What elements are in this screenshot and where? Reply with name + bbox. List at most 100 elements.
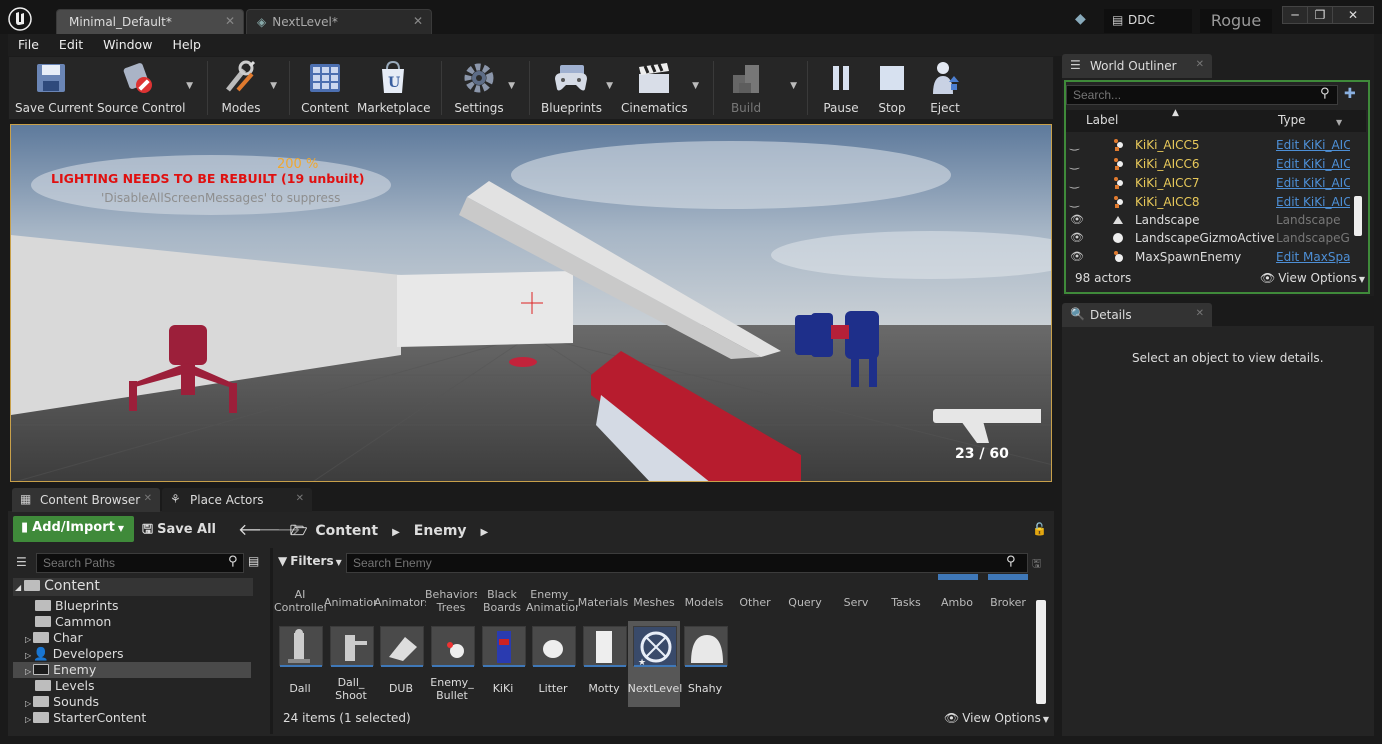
outliner-search-input[interactable] <box>1066 85 1338 105</box>
outliner-row[interactable]: ‿ KiKi_AICC7 Edit KiKi_AICC7 <box>1068 174 1350 193</box>
collapsed-arrow-icon[interactable]: ▷ <box>25 667 31 676</box>
tab-next-level[interactable]: ◈ NextLevel* ✕ <box>246 9 432 34</box>
close-window-button[interactable]: ✕ <box>1332 6 1374 24</box>
menu-window[interactable]: Window <box>93 34 162 52</box>
category-folder[interactable]: Serv <box>830 596 882 609</box>
asset-scrollbar[interactable] <box>1036 600 1046 704</box>
menu-edit[interactable]: Edit <box>49 34 93 52</box>
breadcrumb-content[interactable]: Content <box>315 523 378 539</box>
asset-thumbnail-shahy[interactable] <box>684 626 728 667</box>
collapsed-arrow-icon[interactable]: ▷ <box>25 651 31 660</box>
close-tab-icon[interactable]: ✕ <box>413 14 423 28</box>
outliner-row[interactable]: ‿ KiKi_AICC8 Edit KiKi_AICC8 <box>1068 193 1350 212</box>
source-control-status-icon[interactable]: ◆ <box>1075 11 1093 29</box>
chevron-right-icon[interactable]: ▶ <box>392 527 400 538</box>
sources-toggle-icon[interactable]: ☰ <box>16 555 27 569</box>
close-tab-icon[interactable]: ✕ <box>225 14 235 28</box>
col-label-header[interactable]: Label <box>1086 113 1118 127</box>
folder-levels[interactable]: Levels <box>13 678 253 694</box>
visibility-hidden-icon[interactable]: ‿ <box>1070 138 1079 151</box>
folder-cammon[interactable]: Cammon <box>13 614 253 630</box>
folder-developers[interactable]: ▷ 👤 Developers <box>13 646 253 662</box>
close-tab-icon[interactable]: ✕ <box>1196 59 1204 70</box>
outliner-row-type[interactable]: Edit MaxSpawnEnemy <box>1276 250 1350 264</box>
folder-sounds[interactable]: ▷ Sounds <box>13 694 253 710</box>
chevron-right-icon[interactable]: ▶ <box>481 527 489 538</box>
save-current-button[interactable]: Save Current <box>15 59 93 117</box>
asset-thumbnail-dub[interactable] <box>380 626 424 667</box>
add-actor-icon[interactable]: ✚ <box>1344 86 1356 102</box>
chevron-down-icon[interactable]: ▼ <box>186 81 193 91</box>
filters-button[interactable]: ▼ Filters ▼ <box>278 554 342 574</box>
cinematics-button[interactable]: Cinematics ▼ <box>621 59 699 117</box>
ddc-button[interactable]: ▤ DDC <box>1104 9 1192 33</box>
add-import-button[interactable]: ▮ Add/Import ▼ <box>13 516 134 542</box>
details-tab[interactable]: 🔍 Details ✕ <box>1062 303 1212 327</box>
restore-button[interactable]: ❐ <box>1307 6 1333 24</box>
chevron-down-icon[interactable]: ▼ <box>692 81 699 91</box>
menu-help[interactable]: Help <box>162 34 211 52</box>
modes-button[interactable]: Modes ▼ <box>217 59 277 117</box>
marketplace-button[interactable]: U Marketplace <box>357 59 431 117</box>
world-outliner-tab[interactable]: ☰ World Outliner ✕ <box>1062 54 1212 78</box>
visibility-eye-icon[interactable]: 👁 <box>1070 231 1084 244</box>
save-all-button[interactable]: 🖫 Save All <box>142 520 216 542</box>
asset-thumbnail-dall-shoot[interactable] <box>330 626 374 667</box>
outliner-view-options[interactable]: 👁 View Options ▼ <box>1260 271 1365 285</box>
collapsed-arrow-icon[interactable]: ▷ <box>25 635 31 644</box>
menu-file[interactable]: File <box>8 34 49 52</box>
search-paths-input[interactable] <box>36 553 244 573</box>
visibility-eye-icon[interactable]: 👁 <box>1070 213 1084 226</box>
category-folder[interactable]: Query <box>779 596 831 609</box>
visibility-hidden-icon[interactable]: ‿ <box>1070 157 1079 170</box>
folder-blueprints[interactable]: Blueprints <box>13 598 253 614</box>
category-folder[interactable]: Animators <box>374 596 426 609</box>
eject-button[interactable]: Eject <box>923 59 967 117</box>
visibility-hidden-icon[interactable]: ‿ <box>1070 195 1079 208</box>
outliner-row-type[interactable]: Edit KiKi_AICC7 <box>1276 176 1350 190</box>
content-button[interactable]: Content <box>299 59 351 117</box>
chevron-down-icon[interactable]: ▼ <box>270 81 277 91</box>
category-folder[interactable]: AI Controllers <box>274 588 326 614</box>
settings-button[interactable]: Settings ▼ <box>453 59 515 117</box>
collapsed-arrow-icon[interactable]: ▷ <box>25 715 31 724</box>
outliner-row[interactable]: 👁 Landscape Landscape <box>1068 211 1350 230</box>
close-tab-icon[interactable]: ✕ <box>1196 308 1204 319</box>
chevron-down-icon[interactable]: ▼ <box>606 81 613 91</box>
close-tab-icon[interactable]: ✕ <box>144 493 152 504</box>
stop-button[interactable]: Stop <box>873 59 911 117</box>
minimize-button[interactable]: ─ <box>1282 6 1308 24</box>
collapsed-arrow-icon[interactable]: ▷ <box>25 699 31 708</box>
view-list-icon[interactable]: ▤ <box>248 554 259 568</box>
category-folder[interactable]: Enemy_ Animation <box>526 588 578 614</box>
build-button[interactable]: Build ▼ <box>723 59 797 117</box>
category-folder[interactable]: Black Boards <box>476 588 528 614</box>
outliner-row[interactable]: ‿ KiKi_AICC6 Edit KiKi_AICC6 <box>1068 155 1350 174</box>
visibility-hidden-icon[interactable]: ‿ <box>1070 176 1079 189</box>
breadcrumb-enemy[interactable]: Enemy <box>414 523 467 539</box>
category-folder[interactable]: Broker <box>982 596 1034 609</box>
folder-enemy[interactable]: ▷ Enemy <box>13 662 251 678</box>
source-control-button[interactable]: Source Control ▼ <box>97 59 193 117</box>
level-viewport[interactable]: 200 % LIGHTING NEEDS TO BE REBUILT (19 u… <box>10 124 1052 482</box>
asset-thumbnail-dall[interactable] <box>279 626 323 667</box>
pause-button[interactable]: Pause <box>819 59 863 117</box>
lock-icon[interactable]: 🔓 <box>1032 522 1047 536</box>
outliner-row-type[interactable]: Edit KiKi_AICC5 <box>1276 138 1350 152</box>
splitter[interactable] <box>270 548 273 734</box>
folder-content[interactable]: ◢ Content <box>13 578 253 596</box>
place-actors-tab[interactable]: ⚘ Place Actors ✕ <box>162 488 312 512</box>
asset-thumbnail-nextlevel[interactable]: ★ <box>633 626 677 668</box>
tab-minimal-default[interactable]: Minimal_Default* ✕ <box>56 9 244 34</box>
category-folder[interactable]: Meshes <box>628 596 680 609</box>
content-browser-tab[interactable]: ▦ Content Browser ✕ <box>12 488 160 512</box>
outliner-row[interactable]: 👁 LandscapeGizmoActiveActorLandscapeGizmo… <box>1068 229 1350 248</box>
category-folder[interactable]: Other <box>729 596 781 609</box>
chevron-down-icon[interactable]: ▼ <box>1336 118 1342 127</box>
close-tab-icon[interactable]: ✕ <box>296 493 304 504</box>
expand-arrow-icon[interactable]: ◢ <box>15 583 21 592</box>
chevron-down-icon[interactable]: ▼ <box>508 81 515 91</box>
save-search-icon[interactable]: 🖫 <box>1032 555 1041 574</box>
blueprints-button[interactable]: Blueprints ▼ <box>541 59 613 117</box>
category-folder[interactable]: Animation <box>324 596 376 609</box>
